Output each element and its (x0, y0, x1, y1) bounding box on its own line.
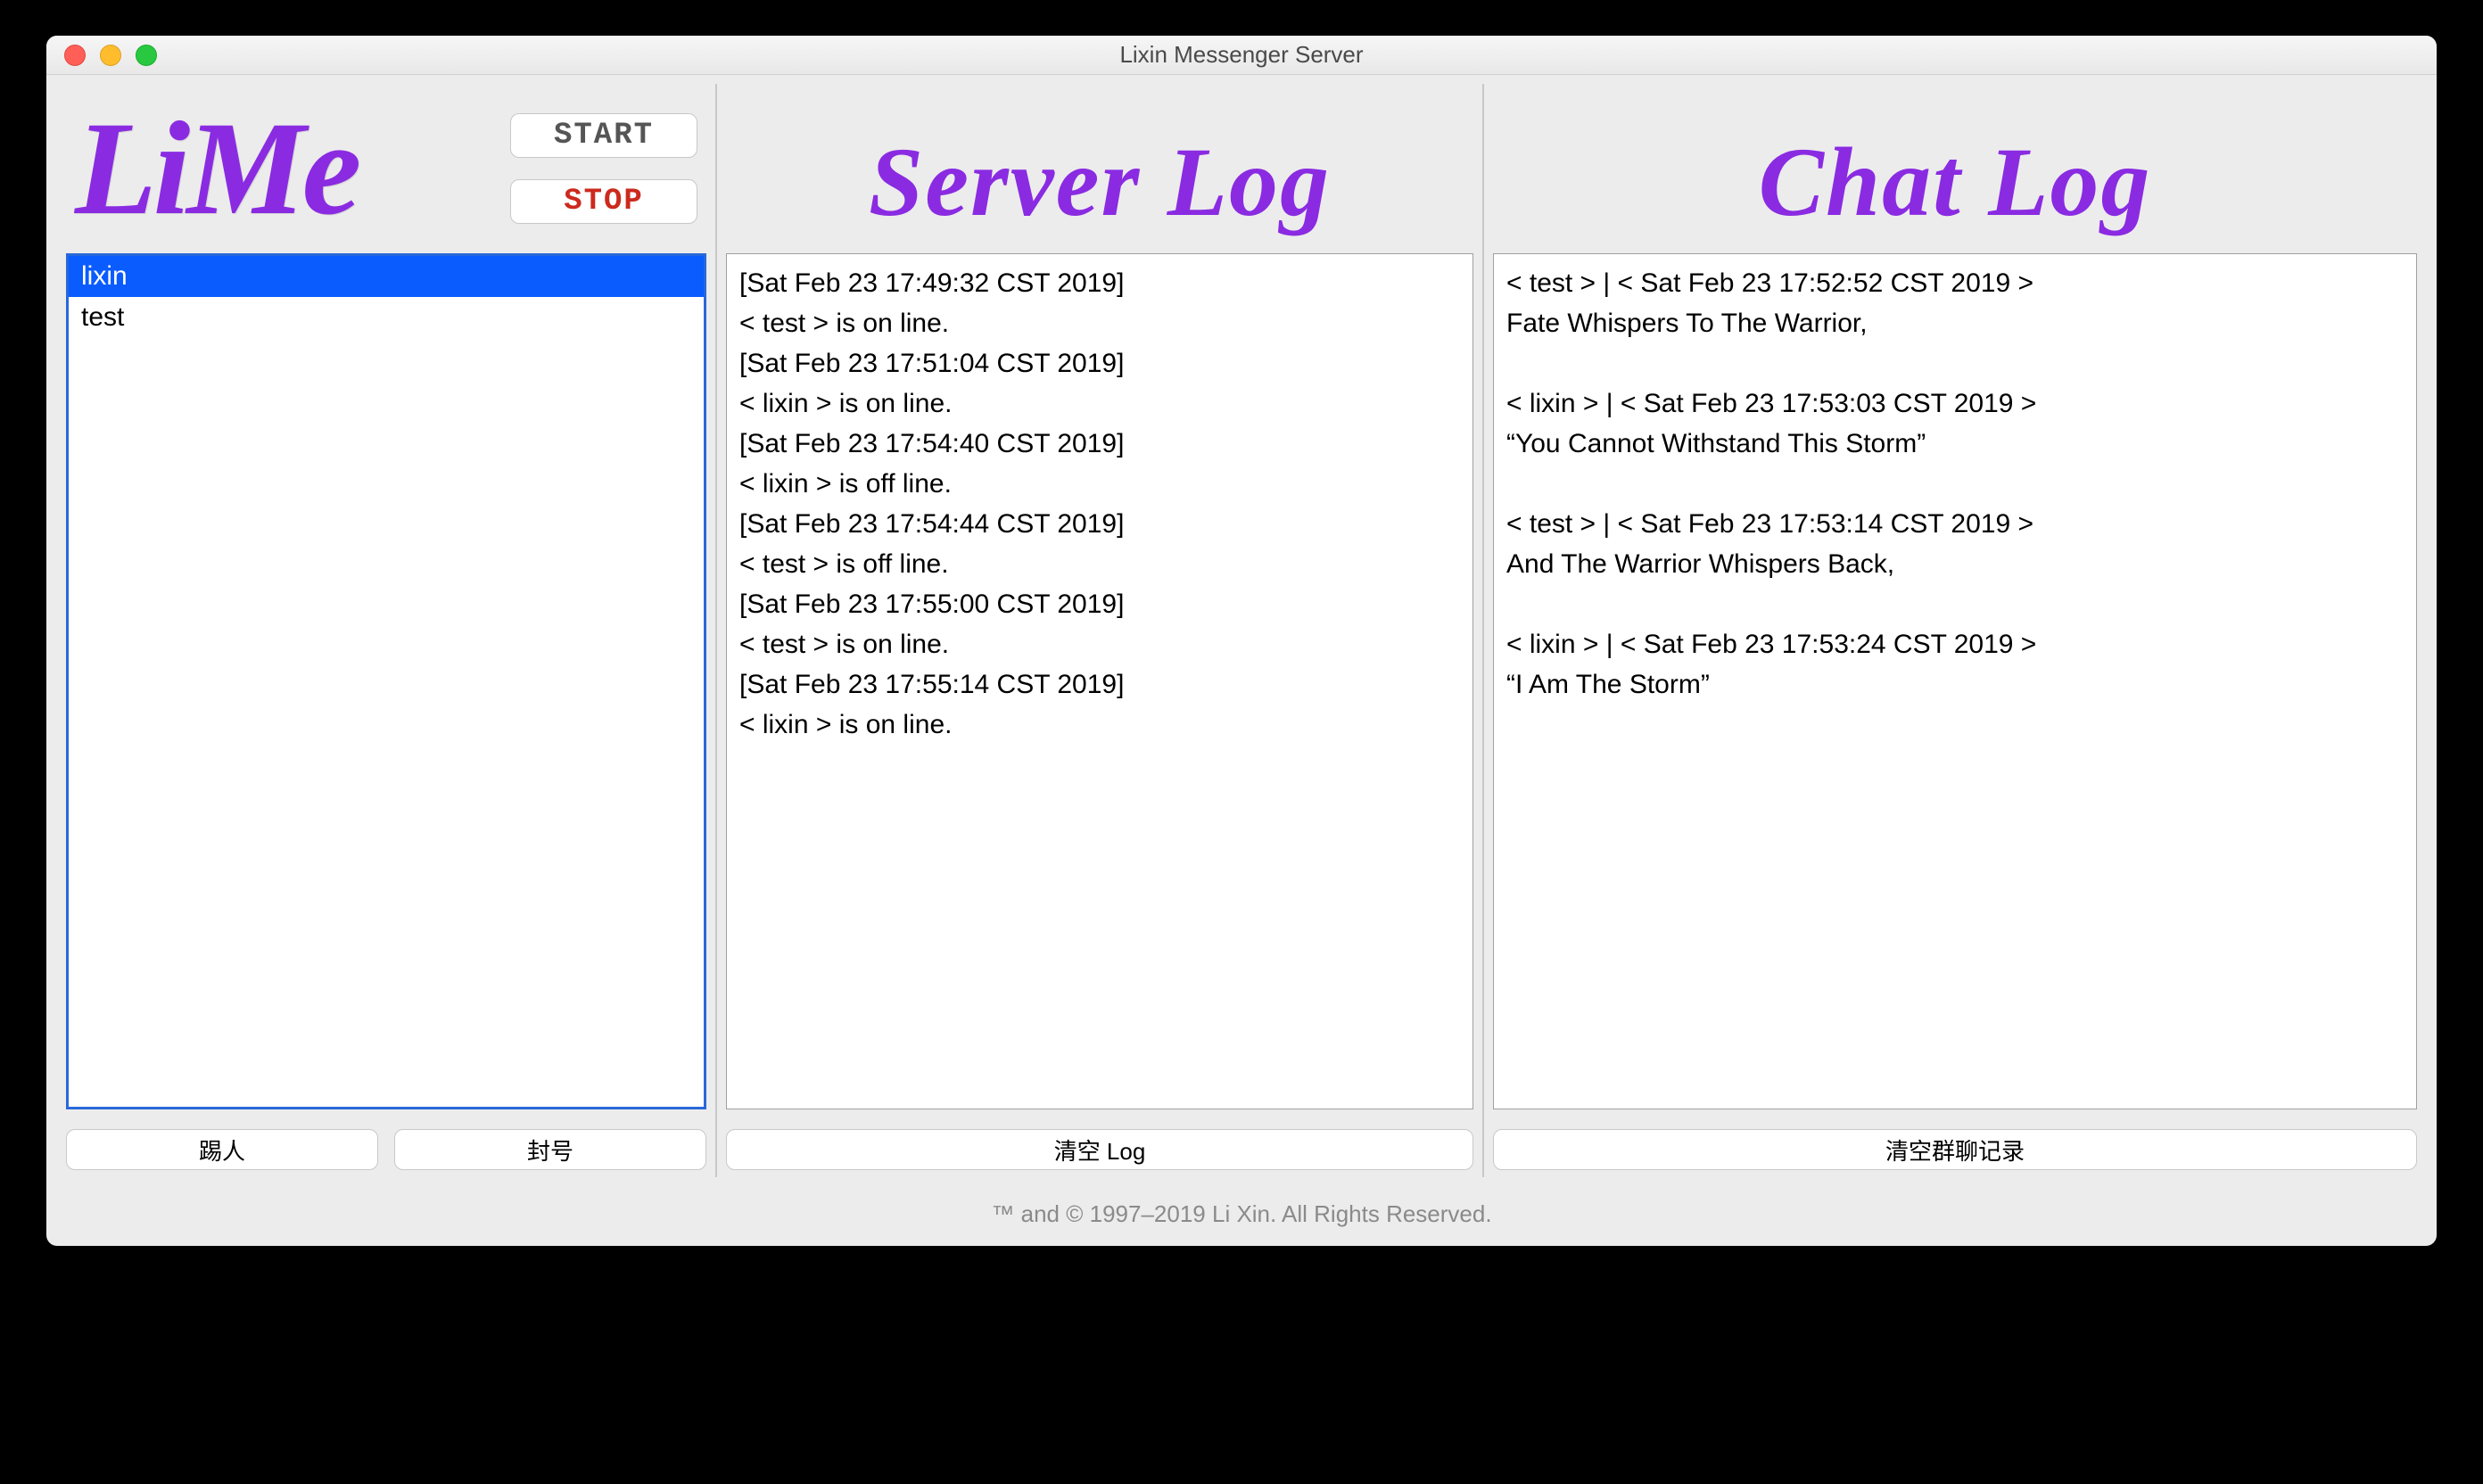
close-icon[interactable] (64, 45, 86, 66)
server-log-text[interactable]: [Sat Feb 23 17:49:32 CST 2019] < test > … (726, 253, 1473, 1109)
clear-chat-button[interactable]: 清空群聊记录 (1493, 1129, 2417, 1170)
window-title: Lixin Messenger Server (1119, 41, 1363, 69)
chat-log-panel: Chat Log < test > | < Sat Feb 23 17:52:5… (1484, 84, 2426, 1177)
minimize-icon[interactable] (100, 45, 121, 66)
content-area: LiMe START STOP lixintest 踢人 封号 Server L… (46, 75, 2437, 1186)
server-log-buttons: 清空 Log (726, 1122, 1473, 1177)
maximize-icon[interactable] (136, 45, 157, 66)
user-list[interactable]: lixintest (66, 253, 706, 1109)
server-controls: START STOP (510, 113, 697, 224)
stop-button[interactable]: STOP (510, 179, 697, 224)
chat-log-text[interactable]: < test > | < Sat Feb 23 17:52:52 CST 201… (1493, 253, 2417, 1109)
chat-log-title: Chat Log (1502, 106, 2408, 231)
left-header: LiMe START STOP (66, 84, 706, 253)
footer-text: ™ and © 1997–2019 Li Xin. All Rights Res… (46, 1186, 2437, 1246)
titlebar: Lixin Messenger Server (46, 36, 2437, 75)
server-log-panel: Server Log [Sat Feb 23 17:49:32 CST 2019… (717, 84, 1484, 1177)
chat-log-buttons: 清空群聊记录 (1493, 1122, 2417, 1177)
ban-button[interactable]: 封号 (394, 1129, 706, 1170)
users-panel: LiMe START STOP lixintest 踢人 封号 (57, 84, 717, 1177)
chat-log-header: Chat Log (1493, 84, 2417, 253)
traffic-lights (46, 45, 157, 66)
server-log-header: Server Log (726, 84, 1473, 253)
list-item[interactable]: test (69, 297, 704, 338)
list-item[interactable]: lixin (69, 256, 704, 297)
kick-button[interactable]: 踢人 (66, 1129, 378, 1170)
server-log-title: Server Log (735, 106, 1464, 231)
start-button[interactable]: START (510, 113, 697, 158)
clear-log-button[interactable]: 清空 Log (726, 1129, 1473, 1170)
app-window: Lixin Messenger Server LiMe START STOP l… (46, 36, 2437, 1246)
user-action-buttons: 踢人 封号 (66, 1122, 706, 1177)
app-logo: LiMe (75, 102, 358, 235)
